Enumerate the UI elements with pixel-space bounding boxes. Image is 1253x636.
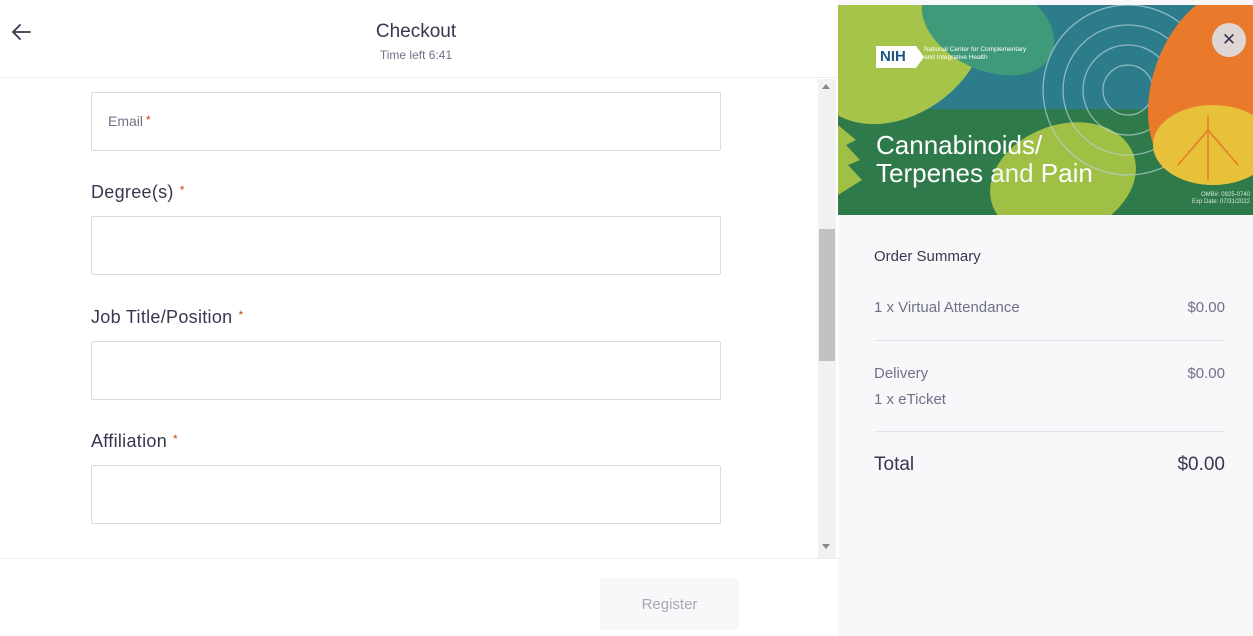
email-label: Email *: [108, 113, 151, 129]
ticket-item-price: $0.00: [1187, 299, 1225, 316]
summary-divider: [874, 340, 1225, 341]
total-label: Total: [874, 454, 915, 475]
scrollbar[interactable]: [818, 79, 836, 558]
order-summary-title: Order Summary: [874, 248, 981, 265]
delivery-detail: 1 x eTicket: [874, 391, 946, 408]
delivery-price: $0.00: [1187, 365, 1225, 382]
banner-title-line1: Cannabinoids/: [876, 130, 1043, 160]
degree-input[interactable]: [91, 216, 721, 275]
time-left-text: Time left 6:41: [379, 48, 453, 62]
affiliation-input[interactable]: [91, 465, 721, 524]
job-title-label: Job Title/Position *: [91, 307, 244, 327]
event-banner: NIH National Center for Complementary an…: [838, 5, 1253, 215]
checkout-header: Checkout Time left 6:41: [0, 0, 838, 78]
email-field[interactable]: Email *: [91, 92, 721, 151]
form-scroll-area[interactable]: Email * Degree(s) * Job Title/Position * Af…: [0, 79, 838, 559]
job-title-input[interactable]: [91, 341, 721, 400]
ticket-item-label: 1 x Virtual Attendance: [874, 299, 1020, 316]
delivery-label: Delivery: [874, 365, 929, 382]
checkout-panel: Checkout Time left 6:41 Email * Degree(s)…: [0, 0, 838, 636]
summary-divider: [874, 431, 1225, 432]
nih-logo: NIH: [876, 46, 916, 68]
required-marker: *: [146, 113, 151, 127]
order-summary-panel: NIH National Center for Complementary an…: [838, 0, 1253, 636]
degree-label: Degree(s) *: [91, 182, 185, 202]
total-price: $0.00: [1177, 454, 1225, 475]
omb-notice: OMB#: 0925-0740 Exp Date: 07/31/2022: [1191, 192, 1250, 205]
required-marker: *: [179, 183, 185, 197]
nih-logo-arrow: [916, 46, 924, 68]
affiliation-label: Affiliation *: [91, 431, 178, 451]
register-button[interactable]: Register: [600, 578, 739, 630]
organization-name: National Center for Complementary and In…: [924, 46, 1027, 61]
page-title: Checkout: [375, 21, 457, 42]
scroll-up-arrow-icon[interactable]: [822, 84, 830, 89]
scrollbar-thumb[interactable]: [819, 229, 835, 361]
banner-title-line2: Terpenes and Pain: [876, 158, 1093, 188]
close-button[interactable]: ✕: [1212, 23, 1246, 57]
close-icon: ✕: [1221, 30, 1237, 49]
required-marker: *: [173, 432, 178, 446]
required-marker: *: [238, 308, 244, 322]
scroll-down-arrow-icon[interactable]: [822, 544, 830, 549]
